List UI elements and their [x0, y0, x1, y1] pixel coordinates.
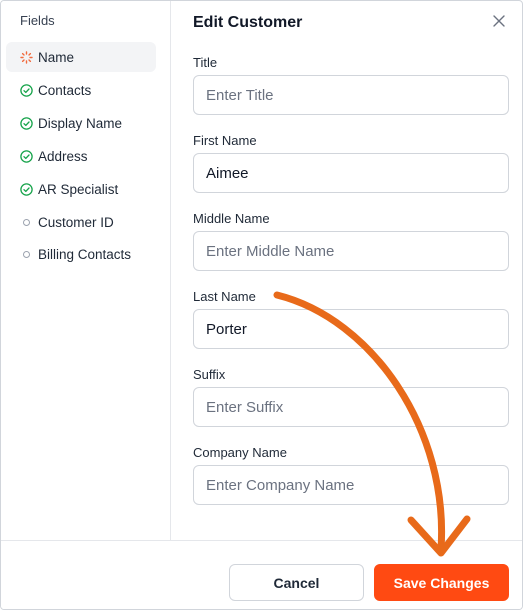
check-circle-icon — [20, 116, 33, 130]
check-circle-icon — [20, 149, 33, 163]
sidebar-item-address[interactable]: Address — [6, 141, 156, 171]
first-name-input[interactable] — [193, 153, 509, 193]
suffix-input[interactable] — [193, 387, 509, 427]
middle-name-label: Middle Name — [193, 211, 270, 226]
sidebar-item-label: AR Specialist — [38, 181, 119, 197]
sidebar-title: Fields — [20, 13, 55, 28]
middle-name-input[interactable] — [193, 231, 509, 271]
cancel-button[interactable]: Cancel — [229, 564, 364, 601]
save-changes-button[interactable]: Save Changes — [374, 564, 509, 601]
title-label: Title — [193, 55, 218, 70]
fields-sidebar: Fields Name Contacts Display Name Addres… — [1, 1, 171, 540]
dialog-title: Edit Customer — [193, 14, 303, 31]
check-circle-icon — [20, 83, 33, 97]
empty-circle-icon — [20, 216, 33, 229]
empty-circle-icon — [20, 248, 33, 261]
sidebar-item-billing-contacts[interactable]: Billing Contacts — [6, 239, 156, 269]
edit-customer-modal: Fields Name Contacts Display Name Addres… — [0, 0, 523, 610]
sidebar-item-ar-specialist[interactable]: AR Specialist — [6, 174, 156, 204]
close-button[interactable] — [489, 13, 509, 33]
sidebar-item-label: Contacts — [38, 82, 92, 98]
sidebar-item-label: Display Name — [38, 115, 123, 131]
edit-form-panel: Edit Customer Title First Name Middle Na… — [171, 1, 522, 540]
company-name-label: Company Name — [193, 445, 287, 460]
spinner-icon — [20, 50, 33, 64]
close-icon — [493, 14, 505, 32]
sidebar-item-label: Address — [38, 148, 88, 164]
suffix-label: Suffix — [193, 367, 226, 382]
sidebar-item-display-name[interactable]: Display Name — [6, 108, 156, 138]
company-name-input[interactable] — [193, 465, 509, 505]
sidebar-item-label: Name — [38, 49, 75, 65]
first-name-label: First Name — [193, 133, 257, 148]
title-input[interactable] — [193, 75, 509, 115]
check-circle-icon — [20, 182, 33, 196]
sidebar-item-customer-id[interactable]: Customer ID — [6, 207, 156, 237]
last-name-label: Last Name — [193, 289, 256, 304]
sidebar-item-name[interactable]: Name — [6, 42, 156, 72]
sidebar-item-contacts[interactable]: Contacts — [6, 75, 156, 105]
sidebar-item-label: Customer ID — [38, 214, 114, 230]
sidebar-item-label: Billing Contacts — [38, 246, 132, 262]
dialog-footer: Cancel Save Changes — [1, 540, 522, 609]
last-name-input[interactable] — [193, 309, 509, 349]
